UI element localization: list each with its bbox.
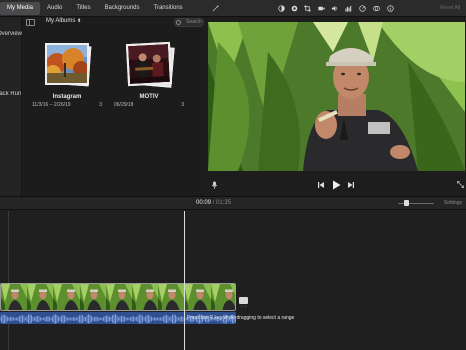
- fullscreen-icon[interactable]: [457, 181, 464, 188]
- filmstrip-frame: [79, 284, 106, 310]
- video-frame: [208, 22, 465, 171]
- band-photo: [128, 43, 170, 85]
- chevron-updown-icon: ⬍: [77, 18, 82, 24]
- search-icon: [176, 20, 181, 25]
- transition-icon[interactable]: [239, 297, 248, 309]
- tab-titles[interactable]: Titles: [69, 2, 97, 15]
- filmstrip-frame: [210, 284, 235, 310]
- album-thumbnail: [44, 42, 92, 88]
- current-time: 00:09: [196, 200, 212, 206]
- microphone-icon[interactable]: [211, 181, 218, 189]
- sidebar-item-black-run[interactable]: Black Run: [0, 91, 22, 97]
- stabilization-icon[interactable]: [318, 5, 325, 12]
- album-count: 3: [99, 102, 102, 108]
- info-icon[interactable]: [387, 5, 394, 12]
- filmstrip-frame: [53, 284, 80, 310]
- magic-wand-icon[interactable]: [212, 5, 219, 12]
- color-correction-icon[interactable]: [291, 5, 298, 12]
- filmstrip-frame: [184, 284, 211, 310]
- volume-icon[interactable]: [331, 5, 338, 12]
- filmstrip-frame: [27, 284, 54, 310]
- tab-transitions[interactable]: Transitions: [147, 2, 190, 15]
- autumn-photo: [47, 45, 87, 83]
- zoom-slider-knob[interactable]: [404, 200, 409, 206]
- timeline-start-marker: [8, 211, 9, 350]
- album-count: 3: [181, 102, 184, 108]
- play-icon[interactable]: [332, 180, 341, 190]
- reset-all-button[interactable]: Reset All: [440, 5, 460, 11]
- timeline[interactable]: Press the R key while dragging to select…: [0, 211, 466, 350]
- viewer-panel: Reset All: [207, 0, 466, 196]
- timeline-header: 00:09 / 01:35 Settings: [0, 197, 466, 210]
- album-thumbnail: [125, 41, 175, 88]
- skip-forward-icon[interactable]: [347, 181, 355, 189]
- range-select-hint: Press the R key while dragging to select…: [187, 315, 295, 321]
- sidebar-item-overview[interactable]: Overview: [0, 31, 22, 37]
- color-balance-icon[interactable]: [278, 5, 285, 12]
- crop-icon[interactable]: [304, 5, 311, 12]
- timeline-settings-button[interactable]: Settings: [444, 200, 462, 206]
- tab-audio[interactable]: Audio: [40, 2, 69, 15]
- project-duration: 01:35: [216, 200, 232, 206]
- library-sidebar: Overview Black Run: [0, 17, 22, 196]
- adjustments-toolbar: Reset All: [207, 0, 466, 17]
- video-clip[interactable]: [0, 283, 236, 311]
- sidebar-toggle-icon[interactable]: [26, 19, 35, 26]
- album-title: Instagram: [52, 94, 82, 100]
- albums-label: My Albums: [46, 18, 76, 24]
- browser-tabs: My Media Audio Titles Backgrounds Transi…: [0, 2, 190, 16]
- timecode: 00:09 / 01:35: [196, 200, 231, 206]
- filmstrip-frame: [131, 284, 159, 310]
- filmstrip-frame: [158, 284, 185, 310]
- skip-back-icon[interactable]: [317, 181, 325, 189]
- filmstrip-frame: [1, 284, 28, 310]
- albums-dropdown[interactable]: My Albums ⬍: [46, 18, 81, 24]
- time-separator: /: [212, 200, 215, 206]
- equalizer-icon[interactable]: [345, 5, 352, 12]
- library-toolbar: My Albums ⬍ Search: [22, 17, 206, 29]
- filmstrip-frame: [105, 284, 132, 310]
- album-dates: 06/29/18: [114, 102, 134, 108]
- media-browser: Overview Black Run My Albums ⬍ Search: [0, 17, 206, 196]
- tab-my-media[interactable]: My Media: [0, 2, 41, 15]
- album-title: MOTIV: [139, 94, 159, 100]
- playhead[interactable]: [184, 211, 185, 350]
- filter-icon[interactable]: [373, 5, 380, 12]
- album-dates: 11/3/16 – 2/26/19: [32, 102, 71, 108]
- speed-icon[interactable]: [359, 5, 366, 12]
- video-preview: [208, 22, 465, 171]
- tab-backgrounds[interactable]: Backgrounds: [98, 2, 147, 15]
